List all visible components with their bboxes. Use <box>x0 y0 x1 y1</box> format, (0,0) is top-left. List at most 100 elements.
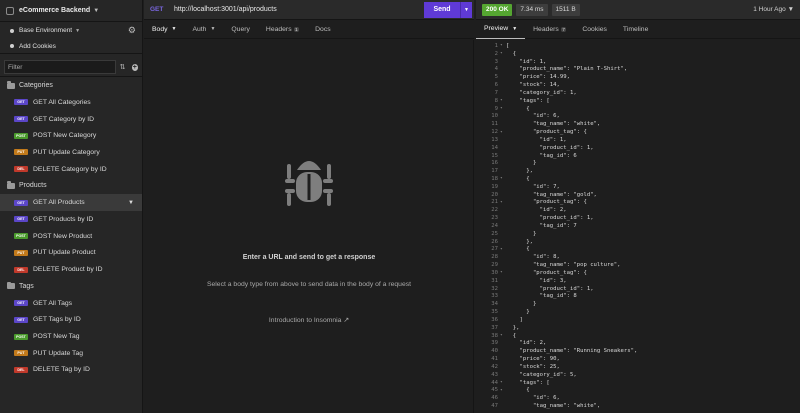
request-label: GET Tags by ID <box>33 316 81 324</box>
intro-to-insomnia-link[interactable]: Introduction to Insomnia ↗ <box>144 316 474 324</box>
code-line: 20 "tag_name": "gold", <box>476 191 637 199</box>
request-item[interactable]: POST POST New Category <box>0 127 142 144</box>
environment-selector[interactable]: Base Environment ▼ ⚙ <box>0 22 142 39</box>
request-item[interactable]: PUT PUT Update Product <box>0 245 142 262</box>
response-tab-timeline[interactable]: Timeline <box>615 20 656 39</box>
send-button[interactable]: Send <box>424 1 460 18</box>
code-text: "stock": 25, <box>506 363 560 370</box>
code-text: "id": 6, <box>506 113 560 120</box>
workspace-header[interactable]: eCommerce Backend ▼ <box>0 0 142 22</box>
add-request-icon[interactable]: + <box>131 63 138 71</box>
response-tab-cookies[interactable]: Cookies <box>574 20 615 39</box>
status-badge: 200 OK <box>482 3 513 16</box>
request-item[interactable]: PUT PUT Update Category <box>0 144 142 161</box>
request-item[interactable]: DEL DELETE Category by ID <box>0 161 142 178</box>
code-line: 17 }, <box>476 167 637 175</box>
method-badge: GET <box>14 216 28 223</box>
line-number: 46 <box>491 395 498 402</box>
line-number: 41 <box>491 356 498 363</box>
line-number: 10 <box>491 113 498 120</box>
code-line: 14 "product_id": 1, <box>476 144 637 152</box>
tab-label: Headers <box>533 25 559 33</box>
folder-icon <box>7 81 15 89</box>
request-options-chevron-icon[interactable]: ▼ <box>128 200 134 206</box>
code-text: }, <box>506 238 533 245</box>
request-label: PUT Update Product <box>33 249 96 257</box>
line-number: 45 <box>491 387 498 394</box>
line-number: 35 <box>491 309 498 316</box>
response-tab-preview[interactable]: Preview ▼ <box>476 20 526 39</box>
gear-icon[interactable]: ⚙ <box>128 25 136 36</box>
request-tab-query[interactable]: Query <box>223 20 258 39</box>
filter-input[interactable] <box>4 60 116 74</box>
code-line: 46 "id": 6, <box>476 394 637 402</box>
code-text: { <box>506 105 530 112</box>
request-label: GET Category by ID <box>33 115 95 123</box>
code-line: 27 ▾ { <box>476 246 637 254</box>
folder-1[interactable]: Products <box>0 177 142 194</box>
request-item[interactable]: GET GET Products by ID <box>0 211 142 228</box>
code-text: "product_name": "Plain T-Shirt", <box>506 66 628 73</box>
code-line: 30 ▾ "product_tag": { <box>476 269 637 277</box>
line-number: 31 <box>491 277 498 284</box>
request-label: DELETE Tag by ID <box>33 366 90 374</box>
line-number: 29 <box>491 262 498 269</box>
tab-label: Cookies <box>582 25 607 33</box>
code-text: "tag_id": 6 <box>506 152 577 159</box>
code-line: 36 ] <box>476 316 637 324</box>
line-number: 33 <box>491 293 498 300</box>
code-line: 2 ▾ { <box>476 50 637 58</box>
request-label: GET Products by ID <box>33 215 94 223</box>
line-number: 24 <box>491 222 498 229</box>
line-number: 17 <box>491 168 498 175</box>
code-line: 3 "id": 1, <box>476 58 637 66</box>
line-number: 44 <box>491 379 498 386</box>
method-badge: DEL <box>14 366 28 373</box>
code-text: "tags": [ <box>506 379 550 386</box>
line-number: 30 <box>491 269 498 276</box>
send-options-chevron-icon[interactable]: ▼ <box>460 1 472 18</box>
code-text: "price": 90, <box>506 356 560 363</box>
line-number: 38 <box>491 332 498 339</box>
request-item[interactable]: GET GET Category by ID <box>0 111 142 128</box>
code-text: { <box>506 50 517 57</box>
code-line: 33 "tag_id": 8 <box>476 293 637 301</box>
line-number: 1 <box>494 42 498 49</box>
tab-label: Headers <box>265 25 292 33</box>
code-line: 31 "id": 3, <box>476 277 637 285</box>
response-tab-headers[interactable]: Headers 7 <box>525 20 574 39</box>
request-tab-docs[interactable]: Docs <box>307 20 339 39</box>
request-item[interactable]: GET GET All Products ▼ <box>0 194 142 212</box>
add-cookies-button[interactable]: Add Cookies <box>0 39 142 54</box>
sort-icon[interactable]: ⇅ <box>120 63 126 71</box>
request-item[interactable]: DEL DELETE Product by ID <box>0 261 142 278</box>
line-number: 9 <box>494 105 498 112</box>
response-history-dropdown[interactable]: 1 Hour Ago ▼ <box>753 6 794 13</box>
url-input[interactable]: http://localhost:3001/api/products <box>174 6 424 13</box>
request-item[interactable]: PUT PUT Update Tag <box>0 345 142 362</box>
folder-2[interactable]: Tags <box>0 278 142 295</box>
request-label: GET All Categories <box>33 98 91 106</box>
request-item[interactable]: DEL DELETE Tag by ID <box>0 362 142 379</box>
request-label: POST New Category <box>33 132 97 140</box>
request-item[interactable]: POST POST New Product <box>0 228 142 245</box>
request-tab-auth[interactable]: Auth ▼ <box>184 20 223 39</box>
folder-0[interactable]: Categories <box>0 77 142 94</box>
method-badge: POST <box>14 333 28 340</box>
code-text: { <box>506 246 530 253</box>
method-selector[interactable]: GET <box>150 6 174 13</box>
request-item[interactable]: GET GET Tags by ID <box>0 312 142 329</box>
request-item[interactable]: GET GET All Categories <box>0 94 142 111</box>
request-item[interactable]: POST POST New Tag <box>0 328 142 345</box>
request-tab-body[interactable]: Body ▼ <box>144 20 184 39</box>
code-line: 25 } <box>476 230 637 238</box>
code-text: }, <box>506 168 533 175</box>
request-tab-headers[interactable]: Headers 1 <box>258 20 307 39</box>
code-line: 7 "category_id": 1, <box>476 89 637 97</box>
code-text: } <box>506 301 537 308</box>
code-line: 18 ▾ { <box>476 175 637 183</box>
line-number: 39 <box>491 340 498 347</box>
code-text: "tag_name": "pop culture", <box>506 262 621 269</box>
line-number: 26 <box>491 238 498 245</box>
request-item[interactable]: GET GET All Tags <box>0 295 142 312</box>
